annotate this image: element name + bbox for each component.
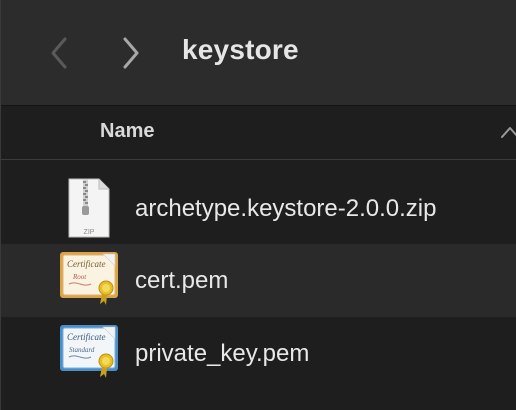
forward-button[interactable] bbox=[111, 30, 151, 76]
chevron-left-icon bbox=[51, 37, 67, 69]
list-item[interactable]: Certificate Root cert.pem bbox=[1, 244, 516, 317]
file-list: ZIP archetype.keystore-2.0.0.zip Certifi… bbox=[1, 172, 516, 390]
chevron-up-icon[interactable] bbox=[499, 124, 516, 140]
certificate-file-icon: Certificate Root bbox=[60, 252, 118, 305]
list-header: Name bbox=[1, 106, 516, 160]
cert-icon-sublabel: Root bbox=[72, 273, 87, 281]
cert-icon-label: Certificate bbox=[67, 332, 106, 342]
list-item[interactable]: Certificate Standard private_key.pem bbox=[1, 317, 516, 390]
cert-icon-label: Certificate bbox=[67, 259, 106, 269]
certificate-file-icon: Certificate Standard bbox=[60, 325, 118, 378]
finder-window: keystore Name ZIP archetype.keystore-2.0… bbox=[0, 0, 516, 410]
back-button[interactable] bbox=[39, 30, 79, 76]
zip-file-icon: ZIP bbox=[68, 178, 110, 238]
file-name: archetype.keystore-2.0.0.zip bbox=[135, 195, 437, 222]
toolbar: keystore bbox=[1, 0, 516, 106]
file-name: cert.pem bbox=[135, 267, 229, 294]
zip-icon-label: ZIP bbox=[84, 229, 95, 236]
cert-icon-sublabel: Standard bbox=[69, 346, 95, 354]
chevron-right-icon bbox=[123, 37, 139, 69]
file-name: private_key.pem bbox=[135, 340, 310, 367]
window-title: keystore bbox=[182, 34, 299, 65]
list-item[interactable]: ZIP archetype.keystore-2.0.0.zip bbox=[1, 172, 516, 244]
name-column-header[interactable]: Name bbox=[100, 120, 154, 143]
